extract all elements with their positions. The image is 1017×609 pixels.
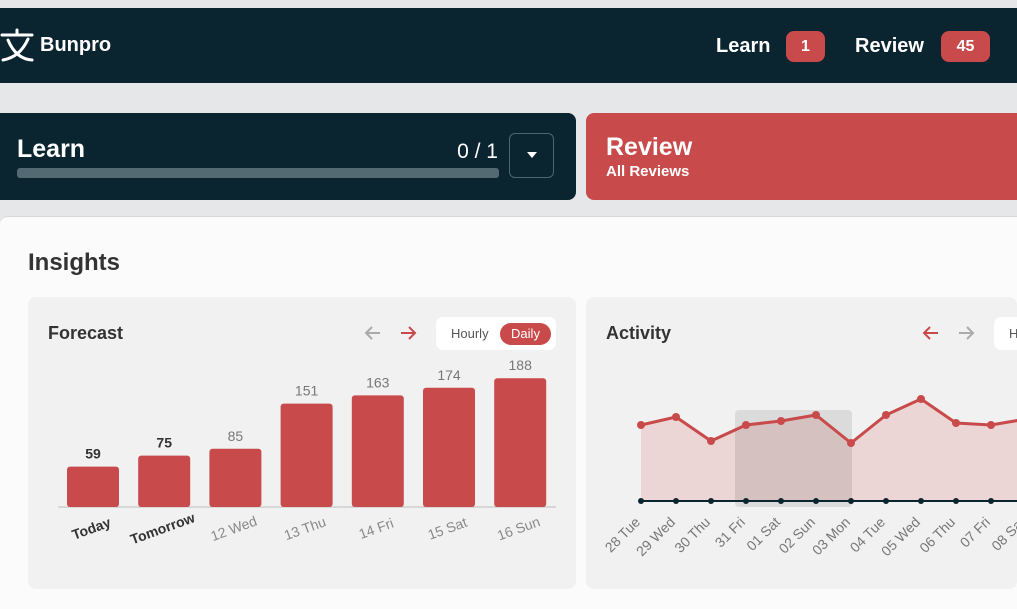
chevron-down-icon [527,152,537,158]
activity-baseline-point [673,498,679,504]
learn-card[interactable]: Learn 0 / 1 [0,113,576,200]
activity-x-label: 30 Thu [671,514,713,556]
forecast-category-label: 12 Wed [208,513,259,544]
activity-baseline-point [708,498,714,504]
activity-x-label: 08 Sat [988,514,1017,554]
learn-count-badge[interactable]: 1 [786,31,825,62]
forecast-bar[interactable] [351,395,404,507]
activity-baseline-point [813,498,819,504]
forecast-chart: 59 Today 75 Tomorrow 85 12 Wed 151 13 Thu 163 14 … [58,357,556,547]
kanji-logo-icon[interactable] [0,27,36,63]
nav-learn-link[interactable]: Learn [716,35,770,58]
forecast-bar[interactable] [209,448,262,507]
forecast-value-label: 163 [366,374,390,390]
top-navbar: Bunpro Learn 1 Review 45 [0,8,1017,83]
review-card-title: Review [606,133,693,161]
forecast-panel: Forecast Hourly Daily 59 Today 75 Tomorrow 8… [28,297,576,589]
activity-point[interactable] [952,419,960,427]
forecast-value-label: 174 [437,367,461,383]
activity-x-label: 05 Wed [878,514,923,559]
forecast-bar[interactable] [138,455,191,507]
activity-x-label: 31 Fri [711,514,748,551]
activity-x-label: 29 Wed [633,514,678,559]
review-card-subtitle: All Reviews [606,163,690,180]
activity-baseline-point [918,498,924,504]
activity-point[interactable] [812,411,820,419]
forecast-bar[interactable] [280,403,333,507]
activity-baseline-point [743,498,749,504]
forecast-category-label: Tomorrow [128,509,197,547]
nav-review-link[interactable]: Review [855,35,924,58]
activity-baseline-point [883,498,889,504]
learn-options-button[interactable] [509,133,554,178]
forecast-value-label: 59 [85,446,101,462]
activity-baseline-point [953,498,959,504]
activity-x-label: 07 Fri [956,514,993,551]
forecast-category-label: 14 Fri [357,515,396,542]
forecast-value-label: 188 [509,357,533,373]
activity-baseline-point [988,498,994,504]
forecast-value-label: 151 [295,383,319,399]
forecast-bar[interactable] [423,387,475,507]
learn-progress-bar [17,168,499,178]
forecast-category-label: 13 Thu [282,513,328,543]
activity-point[interactable] [672,413,680,421]
forecast-value-label: 75 [156,435,172,451]
activity-point[interactable] [707,437,715,445]
activity-x-label: 03 Mon [809,514,853,558]
activity-point[interactable] [882,411,890,419]
review-card[interactable]: Review All Reviews [586,113,1017,200]
forecast-bar[interactable] [67,466,119,507]
activity-baseline-point [638,498,644,504]
insights-section: Insights Forecast Hourly Daily 59 Today 75… [0,216,1017,609]
activity-baseline-point [848,498,854,504]
activity-x-label: 06 Thu [916,514,958,556]
activity-chart: 28 Tue29 Wed30 Thu31 Fri01 Sat02 Sun03 M… [602,395,1017,559]
forecast-value-label: 85 [228,428,244,444]
activity-point[interactable] [917,395,925,403]
activity-point[interactable] [637,421,645,429]
forecast-category-label: Today [70,514,113,543]
activity-point[interactable] [987,421,995,429]
activity-panel: Activity H 28 Tue 29 Wed 30 Thu 31 Fri 01 Sa… [586,297,1017,589]
forecast-category-label: 15 Sat [426,514,470,543]
forecast-bar[interactable] [494,378,547,507]
review-count-badge[interactable]: 45 [941,31,990,62]
activity-point[interactable] [742,421,750,429]
insights-title: Insights [28,249,121,276]
activity-point[interactable] [847,439,855,447]
learn-progress-count: 0 / 1 [457,140,498,163]
learn-card-title: Learn [17,135,86,163]
activity-baseline-point [778,498,784,504]
activity-point[interactable] [777,417,785,425]
brand-name[interactable]: Bunpro [40,34,111,57]
forecast-category-label: 16 Sun [495,513,542,543]
